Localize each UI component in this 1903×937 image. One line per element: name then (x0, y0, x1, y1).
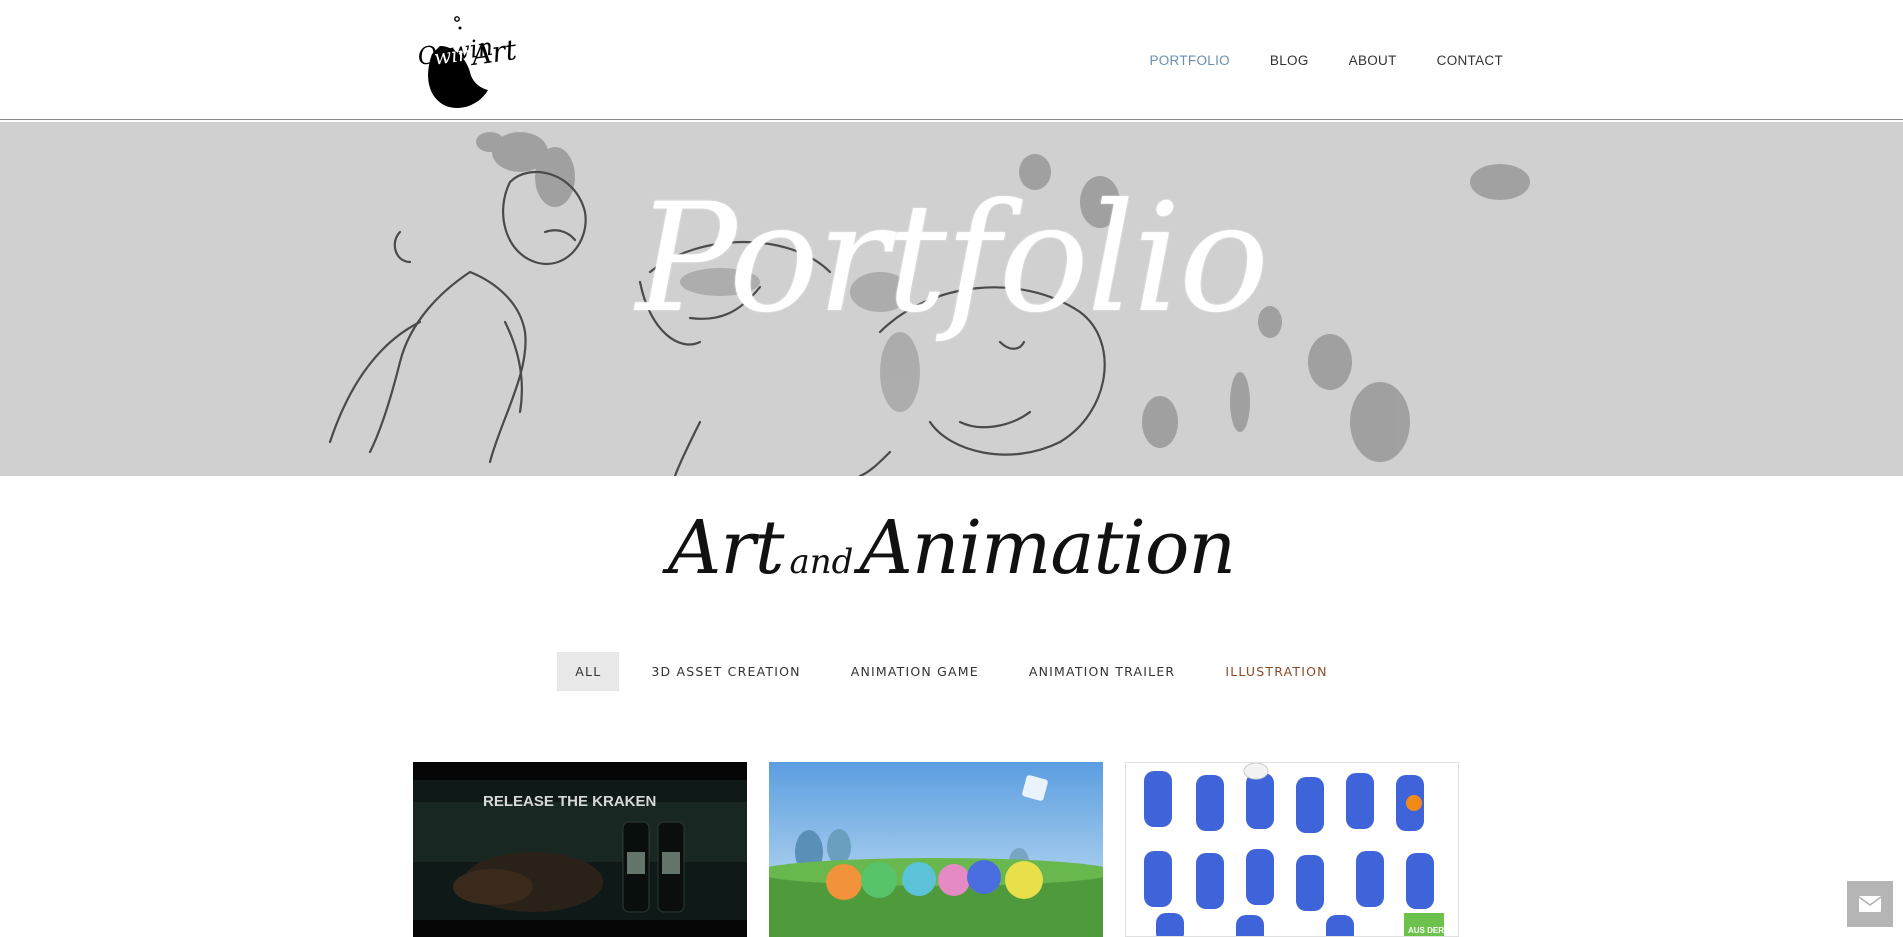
nav-contact-link[interactable]: CONTACT (1437, 53, 1503, 68)
characters-caption: AUS DER (1408, 926, 1444, 935)
portfolio-tile-animation-game[interactable] (769, 762, 1103, 937)
kraken-thumbnail: RELEASE THE KRAKEN (413, 762, 747, 937)
svg-text:win: win (433, 41, 472, 70)
portfolio-filters: ALL 3D ASSET CREATION ANIMATION GAME ANI… (0, 652, 1903, 691)
hero-banner: Portfolio (0, 122, 1903, 476)
game-thumbnail (769, 762, 1103, 937)
portfolio-tile-kraken[interactable]: RELEASE THE KRAKEN (413, 762, 747, 937)
filter-animation-game-button[interactable]: ANIMATION GAME (833, 652, 997, 691)
filter-illustration-button[interactable]: ILLUSTRATION (1207, 652, 1345, 691)
section-title-and: and (789, 542, 854, 582)
characters-thumbnail: AUS DER (1126, 763, 1458, 936)
portfolio-grid: RELEASE THE KRAKEN AUS DER (413, 762, 1459, 937)
nav-about-link[interactable]: ABOUT (1349, 53, 1397, 68)
site-header: Oswin Art win PORTFOLIO BLOG ABOUT CONTA… (0, 0, 1903, 120)
filter-all-button[interactable]: ALL (557, 652, 620, 691)
envelope-icon (1859, 896, 1881, 912)
filter-animation-trailer-button[interactable]: ANIMATION TRAILER (1011, 652, 1193, 691)
floating-contact-button[interactable] (1847, 881, 1893, 927)
section-title: Art andAnimation (0, 505, 1903, 591)
hero-title: Portfolio (635, 172, 1269, 346)
portfolio-tile-characters[interactable]: AUS DER (1125, 762, 1459, 937)
kraken-caption: RELEASE THE KRAKEN (483, 793, 656, 810)
section-title-art: Art (667, 505, 785, 591)
nav-portfolio-link[interactable]: PORTFOLIO (1149, 53, 1229, 68)
oswin-art-logo[interactable]: Oswin Art win (410, 6, 520, 114)
nav-blog-link[interactable]: BLOG (1270, 53, 1309, 68)
main-nav: PORTFOLIO BLOG ABOUT CONTACT (1149, 0, 1503, 120)
svg-text:Art: Art (467, 33, 520, 72)
filter-3d-asset-creation-button[interactable]: 3D ASSET CREATION (633, 652, 818, 691)
section-title-animation: Animation (859, 505, 1236, 591)
